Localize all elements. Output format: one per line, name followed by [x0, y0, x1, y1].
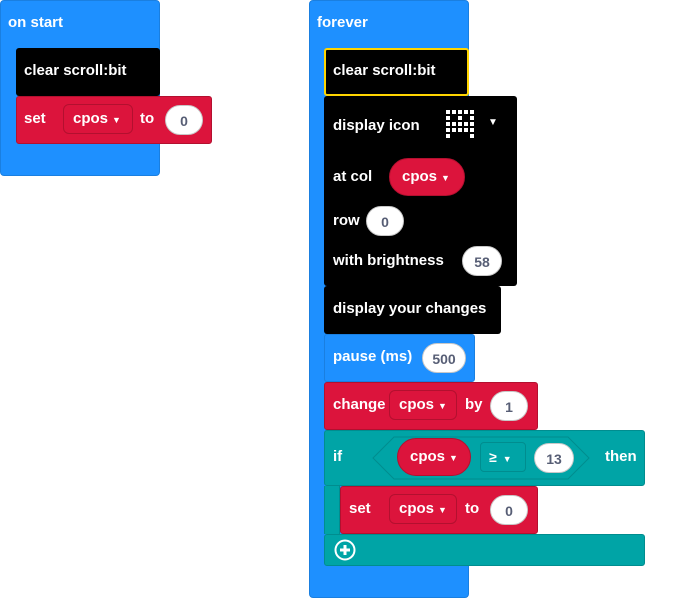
- at-col-label: at col: [333, 168, 373, 185]
- forever-label: forever: [317, 14, 368, 31]
- to-label: to: [140, 110, 155, 127]
- pause-label: pause (ms): [333, 348, 413, 365]
- operator-dropdown[interactable]: ≥ ▼: [480, 442, 526, 472]
- change-value-input[interactable]: 1: [490, 391, 528, 421]
- nested-set-variable-dropdown[interactable]: cpos ▼: [389, 494, 457, 524]
- if-label: if: [333, 448, 343, 465]
- chevron-down-icon: ▼: [449, 453, 458, 463]
- nested-to-label: to: [465, 500, 480, 517]
- icon-picker-dropdown[interactable]: ▼: [442, 106, 504, 144]
- set-label: set: [24, 110, 46, 127]
- chevron-down-icon: ▼: [438, 401, 447, 411]
- compare-value-input[interactable]: 13: [534, 443, 574, 473]
- chevron-down-icon: ▼: [441, 173, 450, 183]
- brightness-input[interactable]: 58: [462, 246, 502, 276]
- change-label: change: [333, 396, 386, 413]
- chevron-down-icon: ▼: [488, 117, 498, 128]
- chevron-down-icon: ▼: [438, 505, 447, 515]
- chevron-down-icon: ▼: [112, 115, 121, 125]
- space-invader-icon: [446, 110, 474, 138]
- display-icon-label: display icon: [333, 117, 420, 134]
- nested-set-label: set: [349, 500, 371, 517]
- chevron-down-icon: ▼: [502, 454, 512, 464]
- change-variable-dropdown[interactable]: cpos ▼: [389, 390, 457, 420]
- add-else-plus-icon[interactable]: [334, 539, 356, 561]
- then-label: then: [605, 448, 637, 465]
- if-block-arm: [324, 486, 340, 534]
- display-your-changes-label: display your changes: [333, 300, 487, 317]
- compare-variable-reporter[interactable]: cpos ▼: [397, 438, 471, 476]
- col-variable-reporter[interactable]: cpos ▼: [389, 158, 465, 196]
- variable-dropdown[interactable]: cpos ▼: [63, 104, 133, 134]
- row-label: row: [333, 212, 360, 229]
- brightness-label: with brightness: [333, 252, 444, 269]
- by-label: by: [465, 396, 483, 413]
- value-input[interactable]: 0: [165, 105, 203, 135]
- clear-scrollbit-label: clear scroll:bit: [24, 62, 127, 79]
- nested-set-value-input[interactable]: 0: [490, 495, 528, 525]
- clear-scrollbit-label: clear scroll:bit: [333, 62, 436, 79]
- if-block-footer[interactable]: [324, 534, 645, 566]
- pause-input[interactable]: 500: [422, 343, 466, 373]
- row-input[interactable]: 0: [366, 206, 404, 236]
- on-start-label: on start: [8, 14, 64, 31]
